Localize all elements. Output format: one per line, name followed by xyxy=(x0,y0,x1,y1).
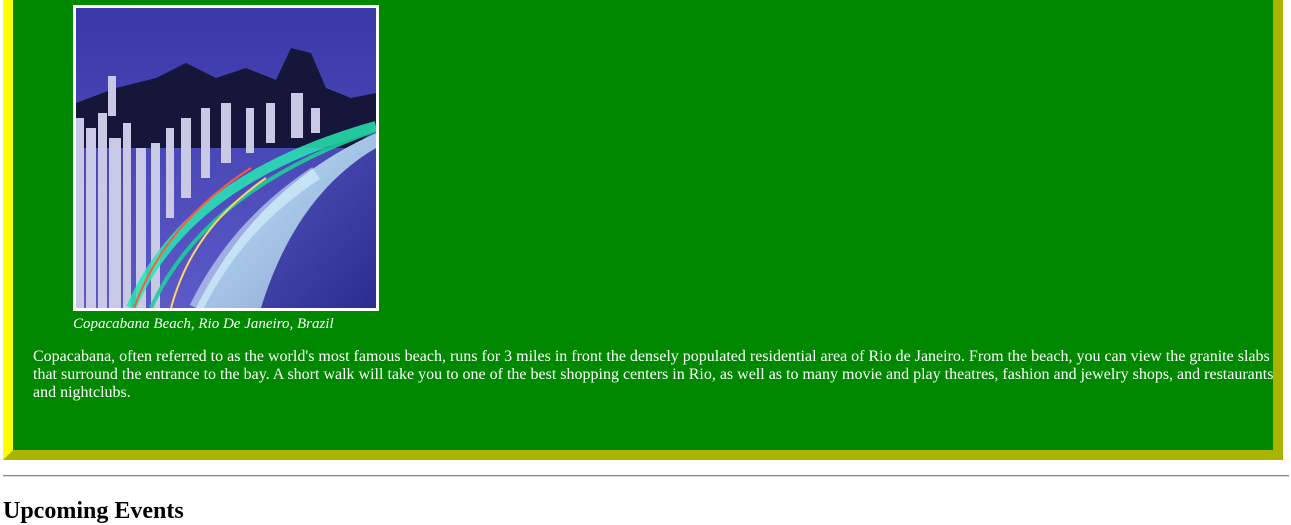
copacabana-photo xyxy=(73,5,379,311)
section-divider xyxy=(3,475,1289,477)
destination-description: Copacabana, often referred to as the wor… xyxy=(33,348,1274,401)
featured-destination-panel: Copacabana Beach, Rio De Janeiro, Brazil… xyxy=(3,0,1283,460)
upcoming-events-heading: Upcoming Events xyxy=(3,498,184,524)
beach-photo-icon xyxy=(76,8,376,308)
destination-figure: Copacabana Beach, Rio De Janeiro, Brazil xyxy=(73,5,383,333)
photo-caption: Copacabana Beach, Rio De Janeiro, Brazil xyxy=(73,316,334,332)
